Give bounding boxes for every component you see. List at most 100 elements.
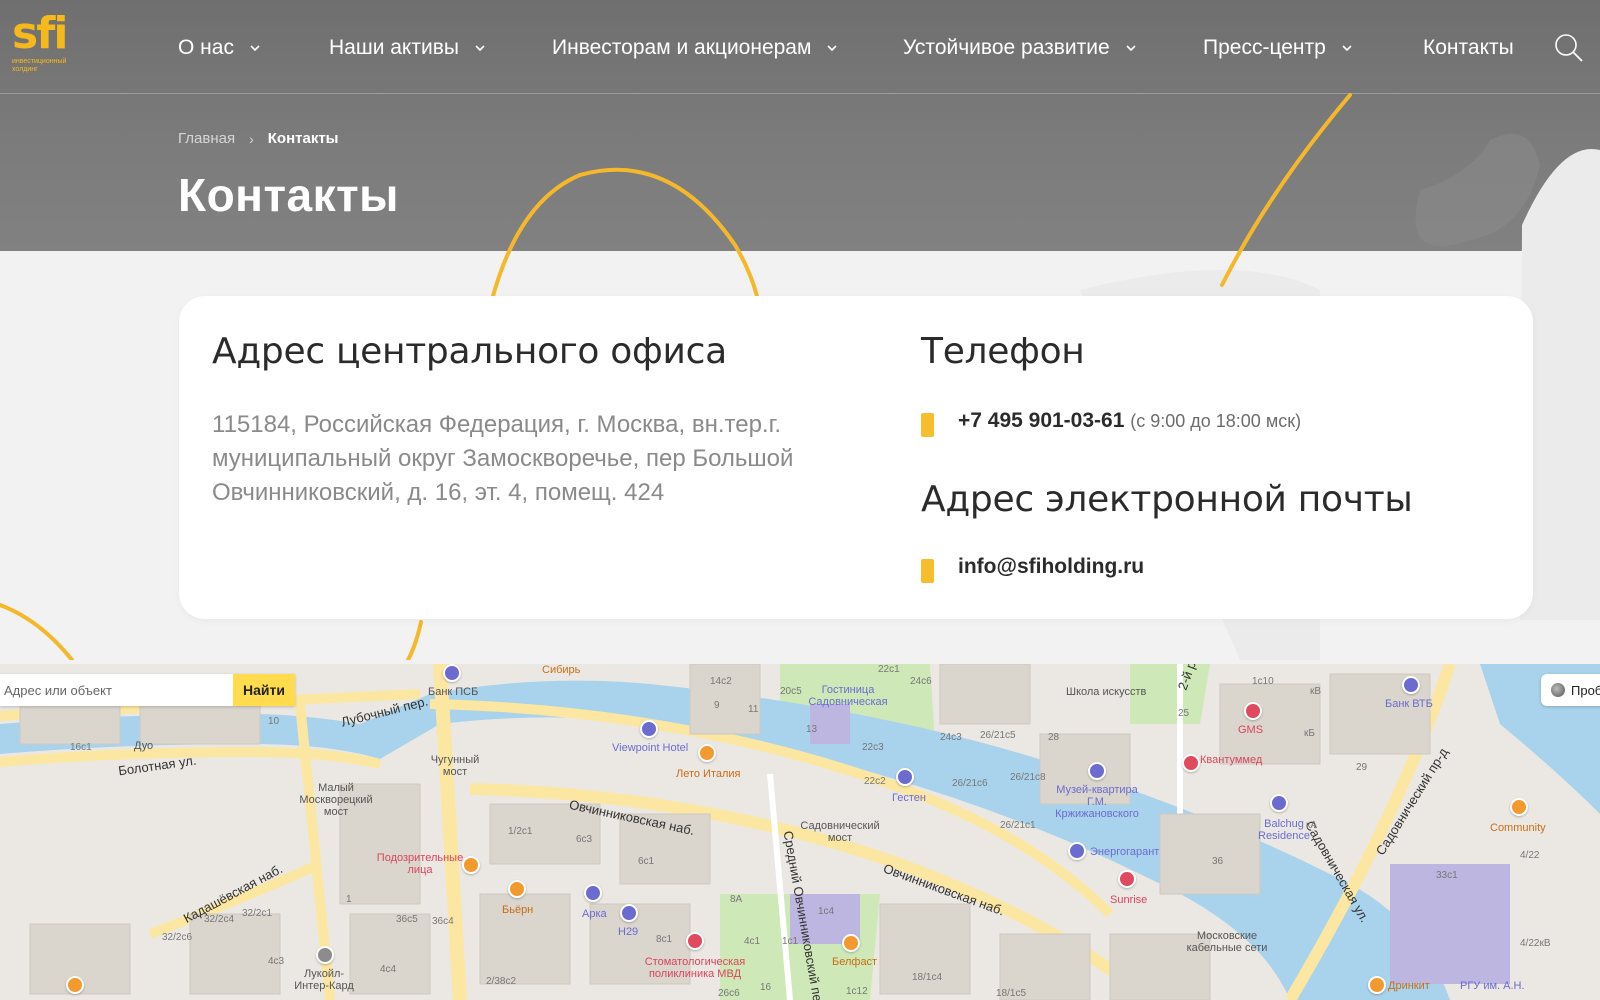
map-place-label[interactable]: Viewpoint Hotel (612, 742, 688, 754)
map-poi-pin[interactable] (1118, 870, 1136, 888)
map-house-number: кА (1306, 820, 1318, 831)
map-place-label[interactable]: Арка (582, 908, 607, 920)
map-house-number: 4с4 (380, 964, 397, 975)
traffic-label: Проб (1571, 682, 1600, 698)
chevron-down-icon (475, 45, 485, 52)
phone-number-link[interactable]: +7 495 901-03-61 (958, 409, 1124, 432)
map-house-number: 11 (748, 704, 759, 715)
map-place-label[interactable]: Гостиница Садовническая (808, 684, 888, 708)
map-house-number: 18/1с5 (996, 988, 1027, 999)
map-place-label: Дуо (134, 740, 154, 752)
map-poi-pin[interactable] (316, 946, 334, 964)
office-address: 115184, Российская Федерация, г. Москва,… (212, 411, 794, 506)
map-place-label[interactable]: РГУ им. А.Н. (1460, 980, 1525, 992)
map-house-number: 22с3 (862, 742, 884, 753)
breadcrumb-home-link[interactable]: Главная (178, 130, 235, 147)
map-poi-pin[interactable] (620, 904, 638, 922)
map-place-label[interactable]: Лукойл-Интер-Кард (292, 968, 356, 992)
map-place-label[interactable]: Лето Италия (676, 768, 741, 780)
nav-item-label: О нас (178, 36, 234, 59)
map-place-label[interactable]: Школа искусств (1066, 686, 1146, 698)
nav-item-about[interactable]: О нас (178, 34, 262, 62)
map-place-label[interactable]: Банк ПСБ (428, 686, 478, 698)
map-poi-pin[interactable] (1368, 976, 1386, 994)
map-poi-pin[interactable] (640, 720, 658, 738)
map-poi-pin[interactable] (1510, 798, 1528, 816)
map-house-number: 16 (760, 982, 772, 993)
map-house-number: 26с6 (718, 988, 740, 999)
map-place-label[interactable]: Подозрительные лица (372, 852, 468, 876)
map-place-label[interactable]: Квантуммед (1200, 754, 1262, 766)
breadcrumb-current: Контакты (267, 130, 339, 147)
map-house-number: 4/22 (1520, 850, 1540, 861)
map-place-label[interactable]: Стоматологическая поликлиника МВД (640, 956, 750, 980)
nav-item-press[interactable]: Пресс-центр (1203, 34, 1354, 62)
map-poi-pin[interactable] (462, 856, 480, 874)
search-icon[interactable] (1553, 32, 1585, 64)
map-place-label[interactable]: GMS (1238, 724, 1263, 736)
map-house-number: 29 (1356, 762, 1368, 773)
breadcrumb: Главная › Контакты (178, 130, 339, 147)
map-poi-pin[interactable] (584, 884, 602, 902)
map-house-number: 1с4 (818, 906, 835, 917)
map-place-label[interactable]: Дринкит (1388, 980, 1430, 992)
yandex-map[interactable]: Найти Проб Лубочный пер. Болотная ул. Ка… (0, 664, 1600, 1000)
nav-item-contacts[interactable]: Контакты (1423, 34, 1514, 62)
nav-item-label: Устойчивое развитие (903, 36, 1110, 59)
map-place-label[interactable]: Московские кабельные сети (1184, 930, 1270, 954)
map-traffic-toggle[interactable]: Проб (1541, 674, 1600, 706)
map-poi-pin[interactable] (686, 932, 704, 950)
email-heading: Адрес электронной почты (921, 479, 1413, 520)
map-house-number: 1с1 (782, 936, 799, 947)
map-house-number: 32/2с4 (204, 914, 235, 925)
map-house-number: 20с5 (780, 686, 802, 697)
nav-item-sustainability[interactable]: Устойчивое развитие (903, 34, 1138, 62)
map-poi-pin[interactable] (1068, 842, 1086, 860)
map-search-input[interactable] (0, 674, 233, 706)
map-place-label[interactable]: H29 (618, 926, 638, 938)
map-house-number: 13 (806, 724, 818, 735)
company-logo[interactable]: sfi инвестиционный холдинг (12, 12, 92, 82)
map-place-label[interactable]: Сибирь (542, 664, 580, 676)
map-house-number: 1 (346, 894, 352, 905)
map-poi-pin[interactable] (1088, 762, 1106, 780)
map-place-label[interactable]: Белфаст (832, 956, 877, 968)
map-poi-pin[interactable] (842, 934, 860, 952)
map-house-number: 26/21с6 (952, 778, 988, 789)
map-poi-pin[interactable] (698, 744, 716, 762)
nav-item-label: Контакты (1423, 36, 1514, 59)
map-house-number: 26/21с8 (1010, 772, 1046, 783)
map-house-number: 25 (1178, 708, 1190, 719)
map-poi-pin[interactable] (896, 768, 914, 786)
map-poi-pin[interactable] (1244, 702, 1262, 720)
breadcrumb-separator: › (249, 130, 254, 147)
map-place-label[interactable]: Sunrise (1110, 894, 1147, 906)
map-find-button[interactable]: Найти (233, 674, 295, 706)
map-house-number: кБ (1304, 728, 1315, 739)
map-poi-pin[interactable] (508, 880, 526, 898)
map-place-label[interactable]: Balchug Residence (1256, 818, 1312, 842)
chevron-down-icon (250, 45, 260, 52)
map-poi-pin[interactable] (1182, 754, 1200, 772)
top-navigation: sfi инвестиционный холдинг О нас Наши ак… (0, 0, 1600, 94)
map-poi-pin[interactable] (443, 664, 461, 682)
map-place-label[interactable]: Гестен (892, 792, 926, 804)
map-house-number: 8А (730, 894, 743, 905)
map-poi-pin[interactable] (66, 976, 84, 994)
map-house-number: 36 (1212, 856, 1224, 867)
map-house-number: 36с4 (432, 916, 454, 927)
map-house-number: 4с3 (268, 956, 285, 967)
map-house-number: 16с1 (70, 742, 92, 753)
map-place-label[interactable]: Музей-квартира Г.М. Кржижановского (1052, 784, 1142, 820)
map-poi-pin[interactable] (1402, 676, 1420, 694)
nav-item-investors[interactable]: Инвесторам и акционерам (552, 34, 839, 62)
map-place-label[interactable]: Community (1490, 822, 1546, 834)
nav-item-assets[interactable]: Наши активы (329, 34, 487, 62)
map-place-label[interactable]: Энергогарант (1090, 846, 1159, 858)
map-place-label[interactable]: Бьёрн (502, 904, 533, 916)
email-link[interactable]: info@sfiholding.ru (958, 555, 1144, 579)
map-place-label[interactable]: Банк ВТБ (1385, 698, 1433, 710)
map-house-number: 33с1 (1436, 870, 1458, 881)
map-poi-pin[interactable] (1270, 794, 1288, 812)
map-house-number: 22с1 (878, 664, 900, 675)
